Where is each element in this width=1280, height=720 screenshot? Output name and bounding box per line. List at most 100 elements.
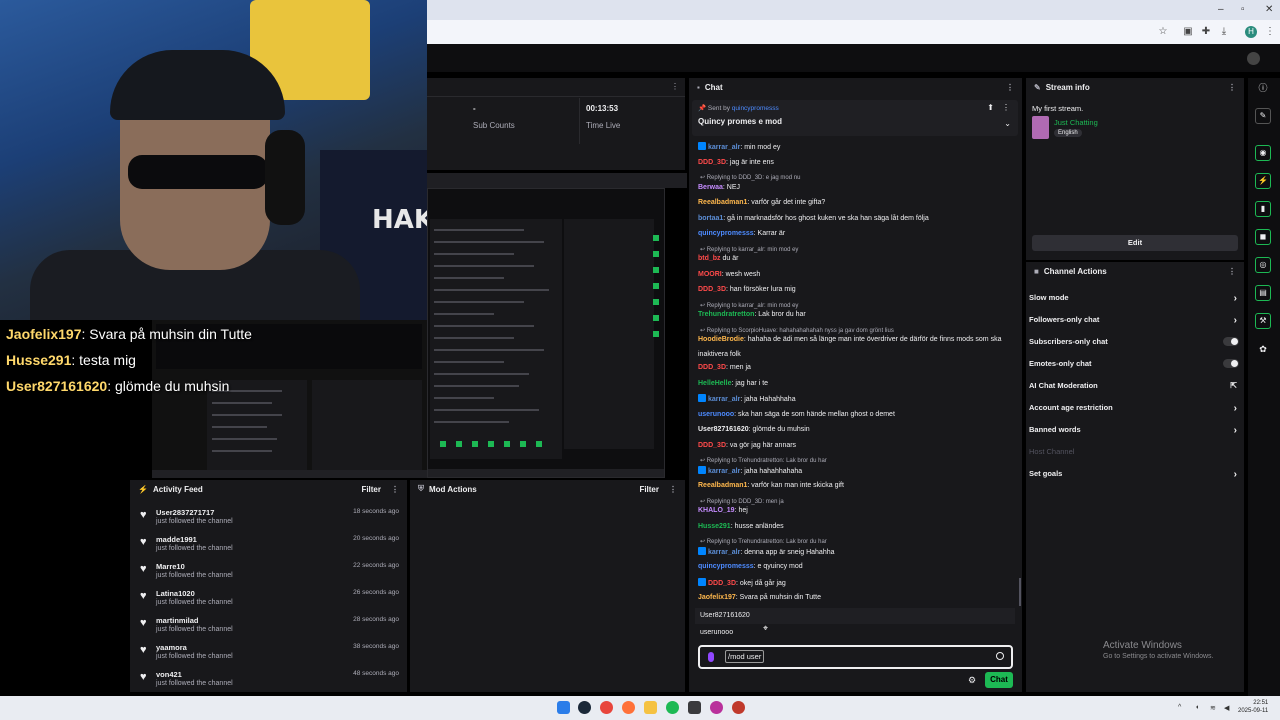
chat-input-text[interactable]: /mod user: [725, 650, 765, 663]
chat-message[interactable]: quincypromesss: e qyuincy mod: [698, 562, 1016, 572]
chat-username[interactable]: DDD_3D: [698, 159, 726, 166]
feed-username[interactable]: Latina1020: [156, 589, 195, 598]
mic-tray-icon[interactable]: ◖: [1195, 704, 1199, 711]
channel-action-item[interactable]: Slow mode ›: [1029, 293, 1241, 309]
puzzle-icon[interactable]: ✚: [1200, 26, 1212, 38]
browser-address-bar[interactable]: [427, 20, 1280, 44]
close-icon[interactable]: ✕: [1265, 4, 1273, 15]
chat-message[interactable]: Husse291: husse anländes: [698, 522, 1016, 532]
app-icon[interactable]: [732, 701, 745, 714]
bookmark-star-icon[interactable]: ☆: [1157, 26, 1169, 38]
chat-message[interactable]: DDD_3D: han försöker lura mig: [698, 285, 1016, 295]
toggle-switch[interactable]: [1223, 359, 1239, 368]
user-avatar[interactable]: [1247, 52, 1260, 65]
chat-username[interactable]: DDD_3D: [698, 442, 726, 449]
mention-suggestion[interactable]: userunooo: [695, 625, 1015, 641]
channel-action-item[interactable]: Set goals ›: [1029, 469, 1241, 485]
chat-message[interactable]: HoodieBrodie: hahaha de ädi men så länge…: [698, 335, 1016, 345]
emote-icon[interactable]: [996, 652, 1004, 660]
chevron-down-icon[interactable]: ⌄: [1004, 119, 1011, 128]
system-clock[interactable]: 22:51 2025-09-11: [1238, 699, 1268, 715]
download-icon[interactable]: ⤓: [1218, 26, 1230, 38]
chat-message[interactable]: Reealbadman1: varför kan man inte skicka…: [698, 481, 1016, 491]
channel-action-item[interactable]: Emotes-only chat: [1029, 359, 1241, 375]
chat-username[interactable]: karrar_alr: [708, 396, 740, 403]
chat-username[interactable]: karrar_alr: [708, 468, 740, 475]
firefox-icon[interactable]: [622, 701, 635, 714]
pencil-icon[interactable]: ✎: [1255, 108, 1271, 124]
chat-username[interactable]: quincypromesss: [698, 563, 754, 570]
chat-message[interactable]: DDD_3D: men ja: [698, 363, 1016, 373]
info-icon[interactable]: ⓘ: [1255, 80, 1271, 96]
stats-menu-icon[interactable]: ⋮: [671, 82, 679, 91]
profile-avatar[interactable]: H: [1245, 26, 1257, 38]
feed-username[interactable]: martinmilad: [156, 616, 199, 625]
chat-message[interactable]: quincypromesss: Karrar är: [698, 229, 1016, 239]
maximize-icon[interactable]: ▫: [1241, 4, 1245, 15]
feed-username[interactable]: von421: [156, 670, 182, 679]
edit-stream-info-button[interactable]: Edit: [1032, 235, 1238, 251]
wrench-icon[interactable]: ⚒: [1255, 313, 1271, 329]
chat-username[interactable]: Reealbadman1: [698, 199, 747, 206]
chat-input-box[interactable]: /mod user: [698, 645, 1013, 669]
chat-message[interactable]: DDD_3D: okej då går jag: [698, 577, 1016, 589]
bolt-icon[interactable]: ⚡: [1255, 173, 1271, 189]
chat-message[interactable]: Trehundratretton: Lak bror du har: [698, 310, 1016, 320]
browser-menu-icon[interactable]: ⋮: [1264, 26, 1276, 38]
pinned-menu-icon[interactable]: ⋮: [1002, 103, 1010, 112]
chat-username[interactable]: HoodieBrodie: [698, 336, 744, 343]
feed-username[interactable]: Marre10: [156, 562, 185, 571]
chrome-icon[interactable]: [600, 701, 613, 714]
channel-action-item[interactable]: AI Chat Moderation ⇱: [1029, 381, 1241, 397]
toggle-switch[interactable]: [1223, 337, 1239, 346]
chat-username[interactable]: KHALO_19: [698, 507, 735, 514]
chat-username[interactable]: Berwaa: [698, 184, 723, 191]
pin-icon[interactable]: ⬆: [987, 103, 994, 112]
chat-username[interactable]: DDD_3D: [698, 286, 726, 293]
chat-username[interactable]: quincypromesss: [698, 230, 754, 237]
activity-feed-filter-button[interactable]: Filter: [361, 485, 381, 494]
start-icon[interactable]: [557, 701, 570, 714]
layout-icon[interactable]: ▤: [1255, 285, 1271, 301]
channel-actions-menu-icon[interactable]: ⋮: [1228, 267, 1236, 276]
activity-feed-item[interactable]: ♥ yaamora just followed the channel 38 seco…: [138, 642, 403, 668]
chat-message[interactable]: userunooo: ska han säga de som hände mel…: [698, 410, 1016, 420]
stream-info-menu-icon[interactable]: ⋮: [1228, 83, 1236, 92]
chat-message[interactable]: DDD_3D: va gör jag här annars: [698, 441, 1016, 451]
spotify-icon[interactable]: [666, 701, 679, 714]
chat-username[interactable]: karrar_alr: [708, 144, 740, 151]
chat-message[interactable]: Berwaa: NEJ: [698, 183, 1016, 193]
activity-feed-item[interactable]: ♥ martinmilad just followed the channel 28 …: [138, 615, 403, 641]
chat-username[interactable]: DDD_3D: [698, 364, 726, 371]
chat-message[interactable]: Jaofelix197: Svara på muhsin din Tutte: [698, 593, 1016, 603]
channel-action-item[interactable]: Subscribers-only chat: [1029, 337, 1241, 353]
chat-scrollbar[interactable]: [1019, 578, 1021, 606]
steam-icon[interactable]: [578, 701, 591, 714]
apps-icon[interactable]: ✿: [1255, 341, 1271, 357]
chat-message[interactable]: bortaa1: gå in marknadsför hos ghost kuk…: [698, 214, 1016, 224]
mention-suggestion[interactable]: User827161620: [695, 608, 1015, 624]
channel-action-item[interactable]: Followers-only chat ›: [1029, 315, 1241, 331]
stream-category-link[interactable]: Just Chatting: [1054, 118, 1098, 127]
volume-icon[interactable]: ◀: [1224, 704, 1229, 712]
app-icon[interactable]: [710, 701, 723, 714]
microphone-icon[interactable]: [708, 652, 714, 662]
chat-username[interactable]: Husse291: [698, 523, 731, 530]
feed-username[interactable]: yaamora: [156, 643, 187, 652]
chat-message[interactable]: KHALO_19: hej: [698, 506, 1016, 516]
activity-feed-menu-icon[interactable]: ⋮: [391, 485, 399, 494]
chat-username[interactable]: User827161620: [698, 426, 749, 433]
chat-username[interactable]: Reealbadman1: [698, 482, 747, 489]
feed-username[interactable]: madde1991: [156, 535, 197, 544]
feed-username[interactable]: User2837271717: [156, 508, 214, 517]
chat-message[interactable]: karrar_alr: denna app är sneig Hahahha: [698, 546, 1016, 558]
chat-message[interactable]: User827161620: glömde du muhsin: [698, 425, 1016, 435]
tray-chevron-icon[interactable]: ^: [1178, 704, 1181, 711]
activity-feed-item[interactable]: ♥ User2837271717 just followed the channel…: [138, 507, 403, 533]
chat-message[interactable]: DDD_3D: jag är inte ens: [698, 158, 1016, 168]
chat-menu-icon[interactable]: ⋮: [1006, 83, 1014, 92]
activity-feed-item[interactable]: ♥ von421 just followed the channel 48 secon…: [138, 669, 403, 695]
file-explorer-icon[interactable]: [644, 701, 657, 714]
chat-username[interactable]: Jaofelix197: [698, 594, 736, 601]
chat-username[interactable]: DDD_3D: [708, 580, 736, 587]
